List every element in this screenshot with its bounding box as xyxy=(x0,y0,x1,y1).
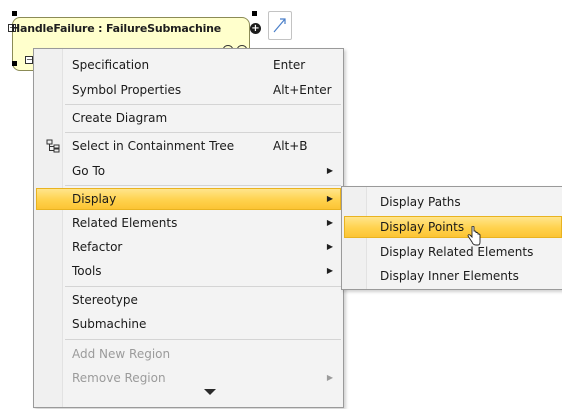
menu-item-label: Related Elements xyxy=(72,216,178,230)
submenu-arrow-icon: ▶ xyxy=(326,373,333,382)
menu-separator xyxy=(65,132,341,133)
menu-item-label: Add New Region xyxy=(72,347,171,361)
menu-item-add-new-region: Add New Region xyxy=(36,343,341,365)
submenu-arrow-icon: ▶ xyxy=(326,266,333,275)
arrow-up-right-icon xyxy=(273,18,286,33)
submenu-arrow-icon: ▶ xyxy=(326,194,333,203)
menu-item-label: Submachine xyxy=(72,317,147,331)
selection-handle-bottom-left[interactable] xyxy=(12,61,17,66)
state-title: HandleFailure : FailureSubmachine xyxy=(11,22,222,35)
menu-item-related-elements[interactable]: Related Elements ▶ xyxy=(36,212,341,234)
menu-item-display-related-elements[interactable]: Display Related Elements xyxy=(344,241,560,263)
menu-item-shortcut: Alt+B xyxy=(273,139,308,153)
context-menu: Specification Enter Symbol Properties Al… xyxy=(33,48,344,408)
menu-item-display-points[interactable]: Display Points xyxy=(344,216,562,238)
menu-item-create-diagram[interactable]: Create Diagram xyxy=(36,107,341,129)
menu-item-label: Display Paths xyxy=(380,195,461,209)
menu-item-label: Select in Containment Tree xyxy=(72,139,235,153)
menu-item-label: Symbol Properties xyxy=(72,83,182,97)
menu-item-label: Display Points xyxy=(380,220,465,234)
add-element-icon[interactable]: + xyxy=(250,23,261,34)
menu-item-display-inner-elements[interactable]: Display Inner Elements xyxy=(344,265,560,287)
menu-item-label: Refactor xyxy=(72,240,123,254)
menu-item-refactor[interactable]: Refactor ▶ xyxy=(36,236,341,258)
menu-item-label: Specification xyxy=(72,58,150,72)
menu-item-shortcut: Alt+Enter xyxy=(273,83,332,97)
menu-item-select-in-containment-tree[interactable]: Select in Containment Tree Alt+B xyxy=(36,135,341,157)
menu-item-stereotype[interactable]: Stereotype xyxy=(36,289,341,311)
hand-cursor-icon xyxy=(467,226,481,246)
submenu-arrow-icon: ▶ xyxy=(326,242,333,251)
menu-item-label: Display Related Elements xyxy=(380,245,534,259)
menu-item-label: Tools xyxy=(72,264,102,278)
menu-item-tools[interactable]: Tools ▶ xyxy=(36,260,341,282)
menu-item-display[interactable]: Display ▶ xyxy=(36,188,341,210)
menu-item-label: Display Inner Elements xyxy=(380,269,519,283)
menu-separator xyxy=(65,185,341,186)
submenu-arrow-icon: ▶ xyxy=(326,218,333,227)
region-collapse-icon[interactable]: − xyxy=(25,56,33,64)
menu-item-submachine[interactable]: Submachine xyxy=(36,313,341,335)
menu-item-shortcut: Enter xyxy=(273,58,306,72)
menu-item-label: Display xyxy=(72,192,117,206)
menu-item-remove-region: Remove Region ▶ xyxy=(36,367,341,389)
menu-item-label: Stereotype xyxy=(72,293,138,307)
menu-item-display-paths[interactable]: Display Paths xyxy=(344,191,560,213)
menu-item-label: Go To xyxy=(72,164,106,178)
scroll-down-icon[interactable] xyxy=(204,389,216,395)
menu-item-go-to[interactable]: Go To ▶ xyxy=(36,160,341,182)
menu-separator xyxy=(65,104,341,105)
submenu-arrow-icon: ▶ xyxy=(326,166,333,175)
menu-separator xyxy=(65,286,341,287)
menu-item-symbol-properties[interactable]: Symbol Properties Alt+Enter xyxy=(36,79,341,101)
containment-tree-icon xyxy=(46,139,60,153)
smart-manipulator-button[interactable] xyxy=(268,11,292,40)
selection-handle-top-left[interactable] xyxy=(12,11,17,16)
selection-handle-top-right[interactable] xyxy=(252,11,257,16)
menu-item-label: Remove Region xyxy=(72,371,166,385)
menu-separator xyxy=(65,339,341,340)
menu-item-specification[interactable]: Specification Enter xyxy=(36,54,341,76)
display-submenu: Display Paths Display Points Display Rel… xyxy=(341,186,562,290)
menu-item-label: Create Diagram xyxy=(72,111,168,125)
